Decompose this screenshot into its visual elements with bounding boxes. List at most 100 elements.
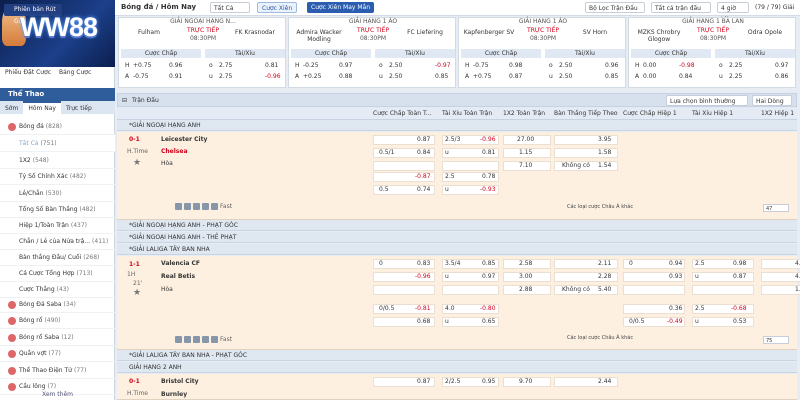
odds-value[interactable]: 0.97	[339, 61, 352, 71]
odds-value[interactable]: 0.96	[169, 61, 182, 71]
two-rows-button[interactable]: Hai Dòng	[752, 95, 792, 106]
odds-value[interactable]: 0.85	[435, 72, 448, 82]
sidebar-item[interactable]: Bóng rổ Saba (12)	[0, 329, 115, 346]
see-more-link[interactable]: Xem thêm	[0, 391, 115, 398]
tab-live[interactable]: Trực tiếp	[61, 102, 97, 115]
odds-value[interactable]: 0.85	[605, 72, 618, 82]
sidebar-item[interactable]: Tất Cả (751)	[0, 135, 115, 152]
odds-value[interactable]: 0.81	[482, 148, 495, 158]
odds-cell[interactable]	[442, 161, 499, 171]
odds-value[interactable]: 1.15	[519, 148, 532, 158]
odds-value[interactable]: 0.78	[482, 172, 495, 182]
sidebar-item[interactable]: Chẵn / Lẻ của Nửa trậ... (411)	[0, 233, 115, 250]
odds-value[interactable]: 0.95	[482, 377, 495, 387]
odds-cell[interactable]	[373, 161, 435, 171]
stats-icon[interactable]	[211, 336, 218, 343]
sidebar-item[interactable]: Bóng đá (828)	[0, 118, 115, 135]
hours-select[interactable]: 4 giờ tới	[717, 2, 749, 23]
odds-value[interactable]: 2.28	[598, 272, 611, 282]
collapse-icon[interactable]: ⊟	[122, 95, 127, 106]
league-row[interactable]: *GIẢI NGOẠI HẠNG ANH	[117, 120, 797, 131]
odds-value[interactable]: 2.11	[598, 259, 611, 269]
odds-value[interactable]: 3.95	[598, 135, 611, 145]
odds-value[interactable]: 27.00	[517, 135, 534, 145]
odds-value[interactable]: 0.97	[482, 272, 495, 282]
featured-card[interactable]: GIẢI HẠNG 1 ÁO Kapfenberger SV SV Horn TRỰC…	[458, 17, 626, 88]
odds-value[interactable]: 0.87	[417, 377, 430, 387]
sidebar-item[interactable]: Tổng Số Bàn Thắng (482)	[0, 201, 115, 218]
league-row[interactable]: GIẢI HẠNG 2 ANH	[117, 362, 797, 373]
odds-value[interactable]: 0.84	[417, 148, 430, 158]
sports-header[interactable]: Thể Thao	[0, 88, 115, 101]
odds-value[interactable]: 0.88	[339, 72, 352, 82]
stats-icon[interactable]	[175, 203, 182, 210]
odds-value[interactable]: -0.93	[480, 185, 496, 195]
odds-value[interactable]: 0.87	[509, 72, 522, 82]
sidebar-item[interactable]: Hiệp 1/Toàn Trận (437)	[0, 217, 115, 234]
odds-value[interactable]: -0.96	[480, 135, 496, 145]
odds-value[interactable]: 0.98	[509, 61, 522, 71]
odds-value[interactable]: 0.93	[669, 272, 682, 282]
odds-value[interactable]: 4.05	[795, 272, 800, 282]
odds-value[interactable]: 0.81	[265, 61, 278, 71]
sidebar-item[interactable]: 1X2 (548)	[0, 152, 115, 169]
tab-today[interactable]: Hôm Nay	[23, 101, 61, 114]
more-asian-bets-link[interactable]: Các loại cược Châu Á khác	[567, 335, 633, 341]
odds-value[interactable]: 0.74	[417, 185, 430, 195]
bet-slip-tab[interactable]: Phiếu Đặt Cược	[2, 67, 54, 78]
odds-value[interactable]: 5.40	[598, 285, 611, 295]
lucky-parlay-button[interactable]: Cược Xiên May Mắn	[307, 2, 375, 13]
odds-value[interactable]: 1.70	[795, 285, 800, 295]
market-count-select[interactable]: 75	[763, 336, 789, 344]
odds-cell[interactable]	[373, 285, 435, 295]
odds-value[interactable]: 3.00	[519, 272, 532, 282]
odds-value[interactable]: 2.88	[519, 285, 532, 295]
odds-value[interactable]: -0.96	[265, 72, 281, 82]
stats-icon[interactable]	[184, 336, 191, 343]
odds-value[interactable]: -0.96	[415, 272, 431, 282]
more-asian-bets-link[interactable]: Các loại cược Châu Á khác	[567, 204, 633, 210]
odds-cell[interactable]	[442, 285, 499, 295]
sidebar-item[interactable]: Bóng rổ (490)	[0, 312, 115, 329]
odds-value[interactable]: -0.80	[480, 304, 496, 314]
odds-value[interactable]: 7.10	[519, 161, 532, 171]
odds-value[interactable]: 0.53	[733, 317, 746, 327]
sidebar-item[interactable]: Thể Thao Điện Tử (77)	[0, 362, 115, 379]
odds-value[interactable]: 4.10	[795, 259, 800, 269]
brand-logo[interactable]: Phiên bản Rút Gọn WW88	[0, 0, 115, 67]
sort-select[interactable]: Tất cả trận đấu	[651, 2, 711, 13]
sidebar-item[interactable]: Tỷ Số Chính Xác (482)	[0, 168, 115, 185]
odds-value[interactable]: 0.98	[733, 259, 746, 269]
odds-value[interactable]: 0.96	[605, 61, 618, 71]
sidebar-item[interactable]: Cá Cược Tổng Hợp (713)	[0, 265, 115, 282]
featured-card[interactable]: GIẢI HẠNG 1 BA LAN MZKS Chrobry Glogow Odr…	[628, 17, 796, 88]
odds-value[interactable]: 9.70	[519, 377, 532, 387]
odds-value[interactable]: 2.58	[519, 259, 532, 269]
league-row[interactable]: *GIẢI LALIGA TÂY BAN NHA	[117, 244, 797, 255]
odds-value[interactable]: 0.84	[679, 72, 692, 82]
odds-value[interactable]: 0.87	[733, 272, 746, 282]
odds-value[interactable]: -0.87	[415, 172, 431, 182]
sidebar-item[interactable]: Lẻ/Chẵn (530)	[0, 185, 115, 202]
league-row[interactable]: *GIẢI LALIGA TÂY BAN NHA - PHẠT GÓC	[117, 350, 797, 361]
odds-value[interactable]: -0.97	[435, 61, 451, 71]
odds-value[interactable]: 2.44	[598, 377, 611, 387]
odds-value[interactable]: 0.85	[482, 259, 495, 269]
match-filter-select[interactable]: Bộ Lọc Trận Đấu	[585, 2, 645, 13]
stats-icon[interactable]	[211, 203, 218, 210]
odds-value[interactable]: -0.49	[667, 317, 683, 327]
stats-icon[interactable]	[202, 336, 209, 343]
featured-card[interactable]: GIẢI HẠNG 1 ÁO Admira Wacker Modling FC Li…	[288, 17, 456, 88]
normal-selection-button[interactable]: Lựa chọn bình thường	[666, 95, 748, 106]
stats-icon[interactable]	[175, 336, 182, 343]
stats-icon[interactable]	[202, 203, 209, 210]
league-row[interactable]: *GIẢI NGOẠI HẠNG ANH - PHẠT GÓC	[117, 220, 797, 231]
odds-cell[interactable]	[623, 285, 685, 295]
odds-value[interactable]: -0.81	[415, 304, 431, 314]
stats-icon[interactable]	[193, 336, 200, 343]
sidebar-item[interactable]: Bàn thắng Đầu/ Cuối (268)	[0, 249, 115, 266]
odds-value[interactable]: 0.94	[669, 259, 682, 269]
odds-value[interactable]: 0.65	[482, 317, 495, 327]
odds-value[interactable]: 1.58	[598, 148, 611, 158]
odds-value[interactable]: 0.68	[417, 317, 430, 327]
